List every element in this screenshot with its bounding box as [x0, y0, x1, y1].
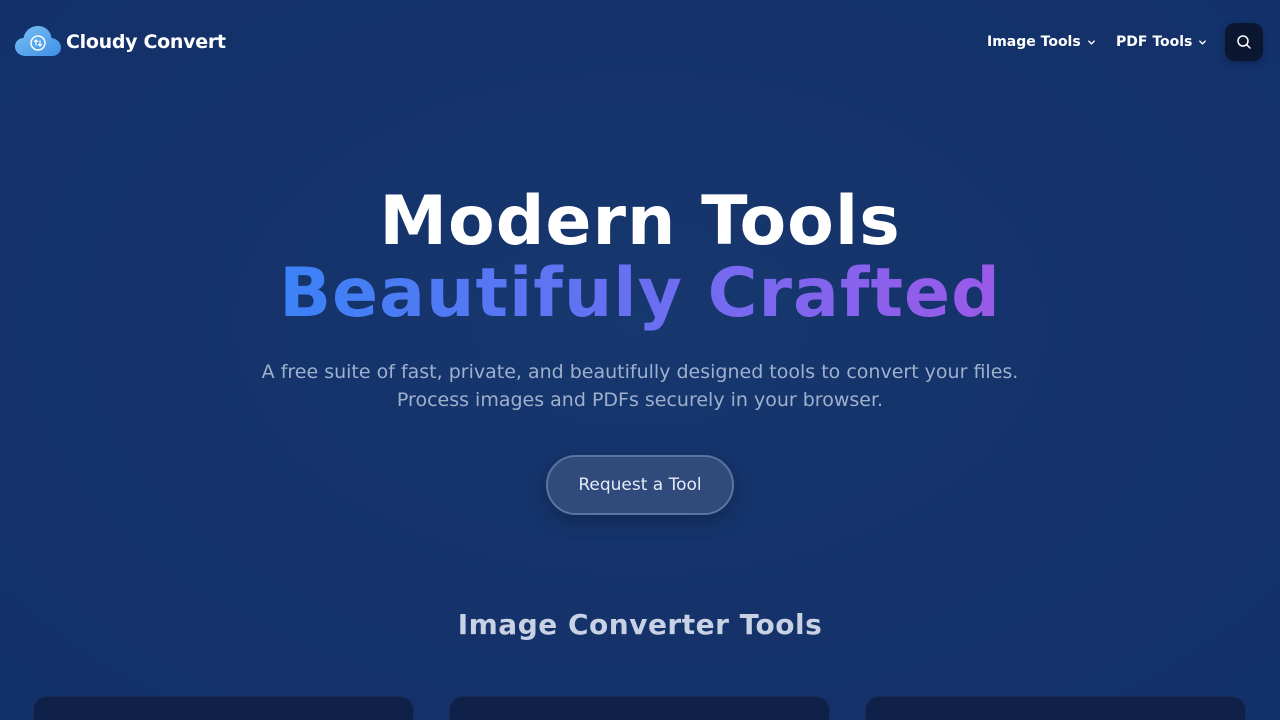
hero-title-line1: Modern Tools — [379, 182, 901, 261]
search-button[interactable] — [1225, 23, 1263, 61]
nav-pdf-tools-label: PDF Tools — [1116, 34, 1193, 50]
chevron-down-icon — [1199, 39, 1207, 45]
tool-card[interactable] — [865, 696, 1246, 720]
brand-name: Cloudy Convert — [66, 31, 226, 53]
nav-pdf-tools[interactable]: PDF Tools — [1116, 28, 1207, 56]
section-title: Image Converter Tools — [457, 608, 823, 641]
tool-card[interactable] — [33, 696, 414, 720]
hero-subtitle-line1: A free suite of fast, private, and beaut… — [261, 361, 1019, 383]
hero-subtitle-line2: Process images and PDFs securely in your… — [396, 389, 884, 411]
tool-card[interactable] — [449, 696, 830, 720]
chevron-down-icon — [1087, 39, 1095, 45]
search-icon — [1237, 35, 1251, 49]
nav-image-tools-label: Image Tools — [987, 34, 1081, 50]
hero-title-gradient-text: Beautifuly Crafted — [279, 254, 1001, 333]
nav-image-tools[interactable]: Image Tools — [987, 28, 1096, 56]
hero-subtitle: A free suite of fast, private, and beaut… — [0, 358, 1280, 414]
brand-link[interactable]: Cloudy Convert — [14, 24, 226, 60]
request-tool-button[interactable]: Request a Tool — [546, 455, 734, 515]
hero-title-line2: Beautifuly Crafted — [0, 254, 1280, 334]
cloud-sync-icon — [15, 26, 61, 56]
site-header: Cloudy Convert Image Tools PDF Tools — [0, 0, 1280, 84]
